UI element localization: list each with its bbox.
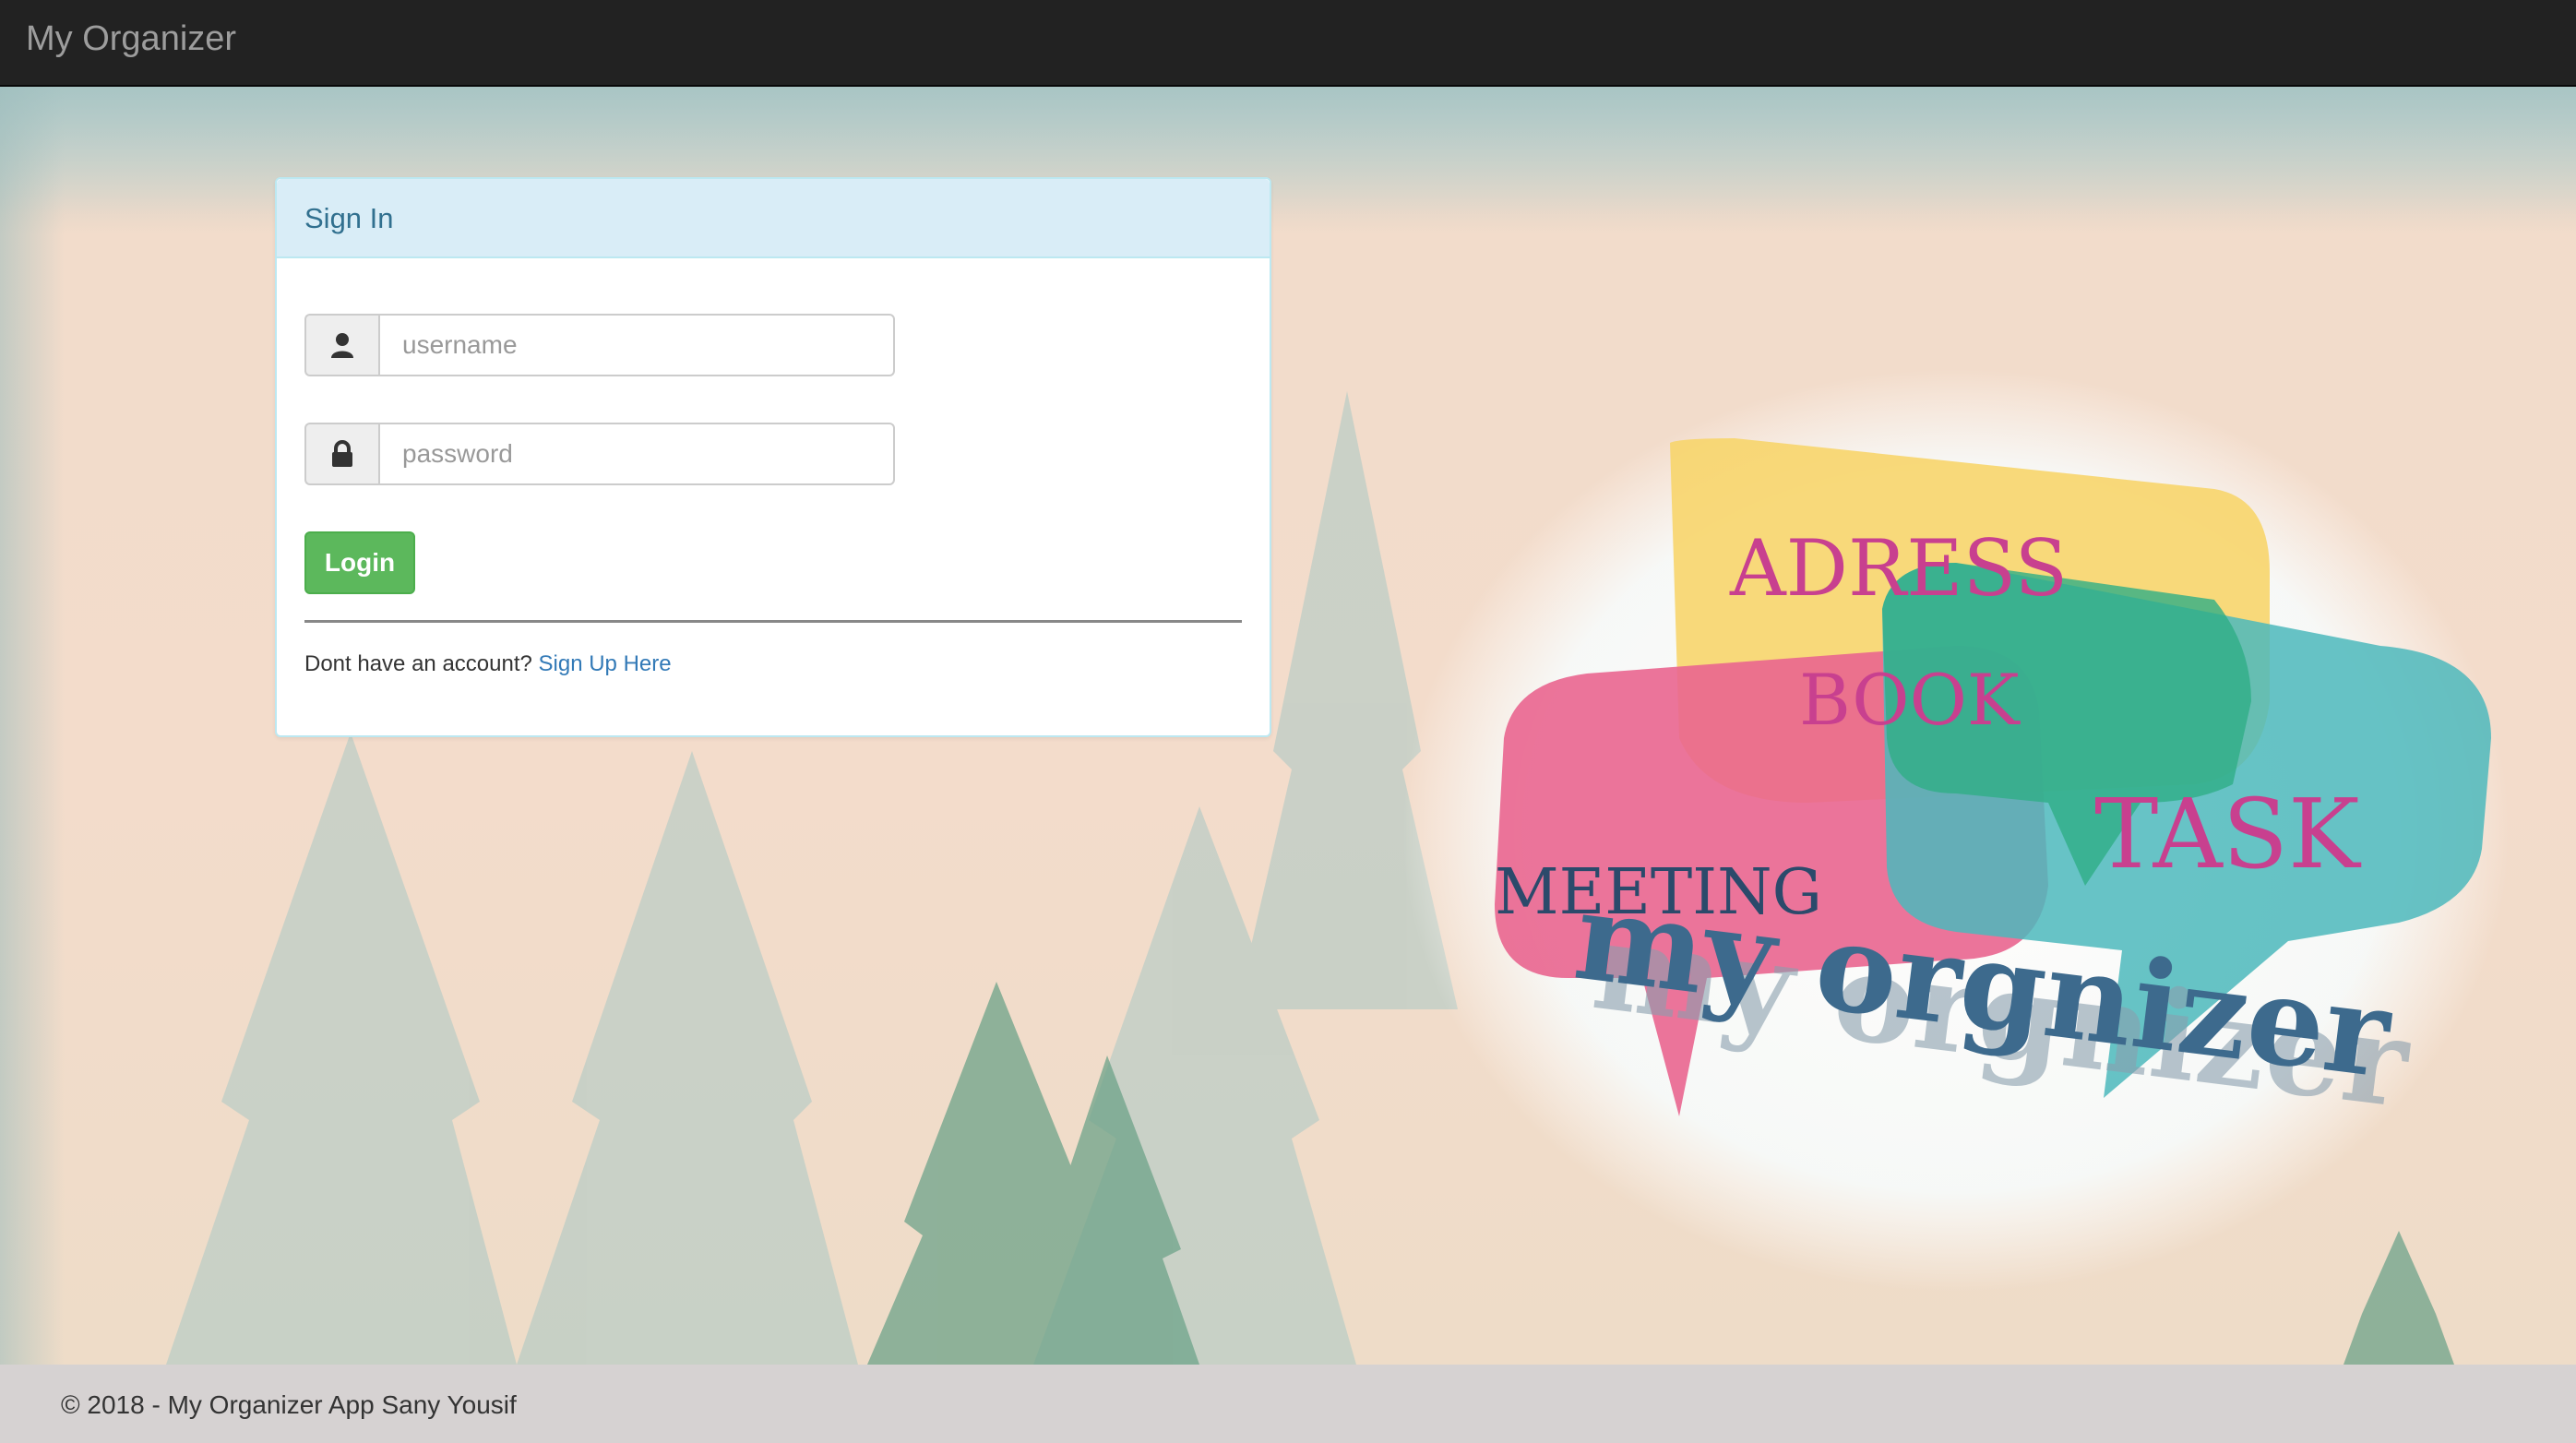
divider — [304, 620, 1242, 623]
logo-word-book: BOOK — [1799, 659, 2021, 741]
signup-link[interactable]: Sign Up Here — [539, 651, 672, 676]
app-logo: ADRESS BOOK MEETING TASK my orgnizer my … — [1402, 369, 2510, 1296]
brand-link[interactable]: My Organizer — [26, 17, 236, 61]
panel-heading: Sign In — [277, 179, 1270, 258]
footer: © 2018 - My Organizer App Sany Yousif — [0, 1365, 2576, 1443]
login-button[interactable]: Login — [304, 531, 415, 594]
password-group — [304, 423, 895, 485]
username-group — [304, 314, 895, 376]
panel-title: Sign In — [304, 202, 394, 234]
password-input[interactable] — [378, 423, 895, 485]
no-account-text: Dont have an account? — [304, 651, 539, 676]
logo-word-address: ADRESS — [1729, 523, 2068, 614]
footer-copyright: © 2018 - My Organizer App Sany Yousif — [61, 1390, 517, 1419]
username-input[interactable] — [378, 314, 895, 376]
signin-panel: Sign In Login Dont have an account? Sign… — [275, 177, 1271, 737]
signup-prompt: Dont have an account? Sign Up Here — [304, 651, 672, 677]
lock-icon — [304, 423, 378, 485]
logo-word-task: TASK — [2094, 778, 2362, 890]
top-navbar: My Organizer — [0, 0, 2576, 87]
user-icon — [304, 314, 378, 376]
